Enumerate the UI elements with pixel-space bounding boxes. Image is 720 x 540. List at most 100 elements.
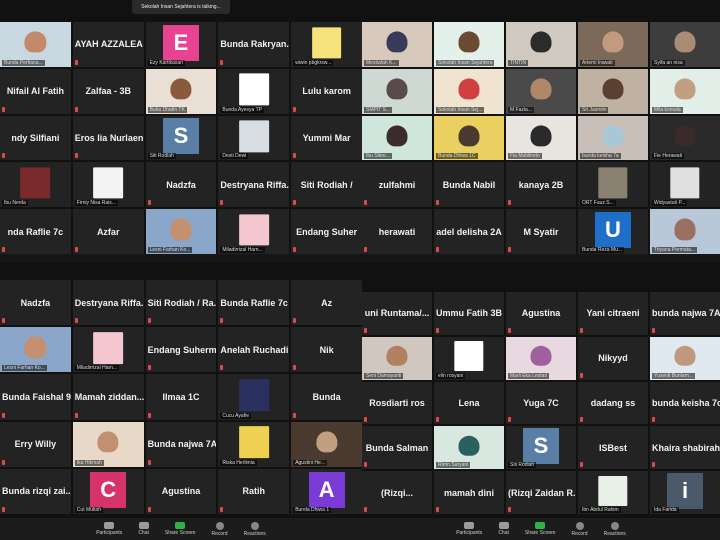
participant-tile[interactable]: Ibu Sitee... [362,115,432,161]
participant-tile[interactable]: Destryana Riffa... [218,162,290,208]
participant-tile[interactable]: Seni Damayanti [362,336,432,380]
participant-tile[interactable]: Lesni Farhan Ko... [0,327,71,373]
participant-tile[interactable]: Ibn Abdul Rahim [578,471,648,514]
participant-tile[interactable]: Bunda [291,374,362,420]
participant-tile[interactable]: Bunda Salman [362,426,432,470]
participant-tile[interactable]: bunda keisha 7a [578,115,648,161]
participant-tile[interactable]: Fie Herawati [650,115,720,161]
participant-tile[interactable]: Desti Dewi [218,115,290,161]
participant-tile[interactable]: Bunda Ayesya TP [218,68,290,114]
participant-tile[interactable]: Rosdiarti ros [362,381,432,425]
participant-tile[interactable]: Anelah Ruchadi... [218,327,290,373]
participant-tile[interactable]: Yusenti Bunlam... [650,336,720,380]
participant-tile[interactable]: Marli Eka Lestari [506,336,576,380]
participant-tile[interactable]: ndy Silfiani [0,115,71,161]
participant-tile[interactable]: zulfahmi [362,162,432,208]
participant-tile[interactable]: Bubu Dhafin TK [145,68,217,114]
participant-tile[interactable]: Sri Jasmini [578,68,648,114]
participant-tile[interactable]: C Cut Mutiah [72,468,144,514]
participant-tile[interactable]: Lena [434,381,504,425]
participant-tile[interactable]: Endang Suherm... [145,327,217,373]
participant-tile[interactable]: Nadzfa [145,162,217,208]
participant-tile[interactable]: Agustini He... [291,421,362,467]
participant-tile[interactable]: AYAH AZZALEA [72,22,144,67]
participant-tile[interactable]: Ummu Fatih 3B [434,292,504,335]
participant-tile[interactable]: adel delisha 2A [434,209,504,254]
participant-tile[interactable]: Ratih [218,468,290,514]
participant-tile[interactable]: mamah dini [434,471,504,514]
participant-tile[interactable]: Nifail Al Fatih [0,68,71,114]
participants-button[interactable]: Participants [456,522,482,536]
share-screen-button[interactable]: Share Screen [525,522,555,536]
participant-tile[interactable]: elin rosyani [434,336,504,380]
participant-tile[interactable]: Bunda najwa 7A [145,421,217,467]
participant-tile[interactable]: Bunda Rakryan... [218,22,290,67]
participant-tile[interactable]: TINTIN [506,22,576,67]
participant-tile[interactable]: Bunda Dhiwa 1C [434,115,504,161]
record-button[interactable]: Record [211,521,228,537]
chat-button[interactable]: Chat [498,522,509,536]
participant-tile[interactable]: Sekolah Insan Sej... [434,68,504,114]
participant-tile[interactable]: M Fazla... [506,68,576,114]
participant-tile[interactable]: Widyastuti P... [650,162,720,208]
participant-tile[interactable]: Agustina [145,468,217,514]
participants-button[interactable]: Participants [96,522,122,536]
participant-tile[interactable]: U Bunda Reza Mu... [578,209,648,254]
participant-tile[interactable]: Bunda Perfiana... [0,22,71,67]
participant-tile[interactable]: bunda najwa 7A [650,292,720,335]
participant-tile[interactable]: Lulu karom [291,68,362,114]
participant-tile[interactable]: Bunda rizqi zai... [0,468,71,514]
participant-tile[interactable]: Bunda Faishal 9... [0,374,71,420]
participant-tile[interactable]: herawati [362,209,432,254]
participant-tile[interactable]: (Rizqi... [362,471,432,514]
participant-tile[interactable]: Yummi Mar [291,115,362,161]
participant-tile[interactable]: Artemi Irawati [578,22,648,67]
participant-tile[interactable]: Agustina [506,292,576,335]
participant-tile[interactable]: Triyana Permata... [650,209,720,254]
participant-tile[interactable]: E Ezy Kartikasari [145,22,217,67]
participant-tile[interactable]: Yuga 7C [506,381,576,425]
participant-tile[interactable]: ISBest [578,426,648,470]
participant-tile[interactable]: Eros lia Nurlaeni [72,115,144,161]
participant-tile[interactable]: Ika Hikmah [72,421,144,467]
participant-tile[interactable]: Nikyyd [578,336,648,380]
participant-tile[interactable]: nda Raflie 7c [0,209,71,254]
participant-tile[interactable]: Ilmaa 1C [145,374,217,420]
participant-tile[interactable]: Erry Willy [0,421,71,467]
participant-tile[interactable]: Miladirrizal Harn... [72,327,144,373]
participant-tile[interactable]: Nadzfa [0,280,71,326]
reactions-button[interactable]: Reactions [604,521,626,537]
record-button[interactable]: Record [571,521,588,537]
participant-tile[interactable]: Khaira shabirah... [650,426,720,470]
participant-tile[interactable]: Siti Rodiah / Ra... [145,280,217,326]
participant-tile[interactable]: Rirrin Suryani [434,426,504,470]
participant-tile[interactable]: Ibu Nerda [0,162,71,208]
participant-tile[interactable]: Cucu Ayafie [218,374,290,420]
participant-tile[interactable]: ORT Fauz S... [578,162,648,208]
participant-tile[interactable]: Syifa an nisa [650,22,720,67]
participant-tile[interactable]: Azfar [72,209,144,254]
participant-tile[interactable]: Zalfaa - 3B [72,68,144,114]
participant-tile[interactable]: Sekolah Insan Sejahtera [434,22,504,67]
participant-tile[interactable]: Az [291,280,362,326]
reactions-button[interactable]: Reactions [244,521,266,537]
participant-tile[interactable]: Bunda Raflie 7c [218,280,290,326]
participant-tile[interactable]: Siti Rodiah / [291,162,362,208]
participant-tile[interactable]: Bunda Nabil [434,162,504,208]
participant-tile[interactable]: A Bunda Dhiwa 1 [291,468,362,514]
participant-tile[interactable]: uni Runtama/... [362,292,432,335]
participant-tile[interactable]: SMPIT S... [362,68,432,114]
participant-tile[interactable]: i Ida Farida [650,471,720,514]
participant-tile[interactable]: S Siti Rodiah [506,426,576,470]
share-screen-button[interactable]: Share Screen [165,522,195,536]
participant-tile[interactable]: Destryana Riffa... [72,280,144,326]
participant-tile[interactable]: Firniy Nisa Rais... [72,162,144,208]
participant-tile[interactable]: Mila komala [650,68,720,114]
participant-tile[interactable]: Fia Mobilindo [506,115,576,161]
participant-tile[interactable]: Endang Suher [291,209,362,254]
participant-tile[interactable]: wiwin pbgkrsw... [291,22,362,67]
participant-tile[interactable]: dadang ss [578,381,648,425]
participant-tile[interactable]: Mamah ziddan... [72,374,144,420]
participant-tile[interactable]: bunda keisha 7c [650,381,720,425]
participant-tile[interactable]: Mestiafah K... [362,22,432,67]
